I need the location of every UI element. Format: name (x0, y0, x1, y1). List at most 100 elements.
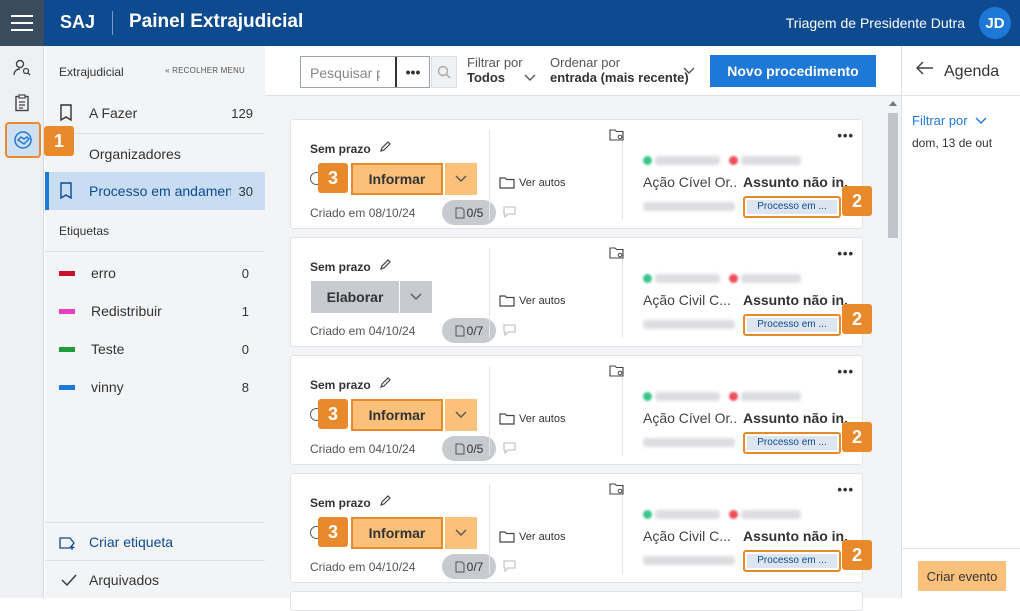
more-options-icon[interactable]: ••• (837, 246, 854, 261)
comment-icon[interactable] (503, 324, 516, 339)
avatar[interactable]: JD (979, 7, 1011, 39)
created-date: Criado em 04/10/24 (310, 442, 416, 456)
search-options-button[interactable]: ••• (395, 57, 429, 87)
pencil-icon[interactable] (379, 140, 392, 156)
documents-pill[interactable]: 0/5 (442, 200, 496, 225)
process-card[interactable] (290, 591, 863, 611)
action-dropdown-button[interactable] (400, 281, 432, 313)
search-box[interactable]: Pesquisar p ••• (300, 56, 430, 88)
tag-item-erro[interactable]: erro 0 (45, 254, 265, 292)
process-card[interactable]: Sem prazo Informar Criado em 08/10/24 0/… (290, 119, 863, 229)
inform-button[interactable]: Informar (351, 399, 443, 431)
tag-count: 8 (241, 380, 249, 395)
view-records-link[interactable]: Ver autos (499, 294, 565, 307)
blurred-text (643, 320, 735, 329)
callout-badge-2: 2 (842, 304, 872, 334)
deadline-label: Sem prazo (310, 496, 371, 510)
status-badge-label: Processo em ... (747, 554, 837, 568)
handshake-icon[interactable] (5, 122, 41, 158)
callout-badge-2: 2 (842, 422, 872, 452)
party-status-dot (729, 274, 738, 283)
tag-item-redistribuir[interactable]: Redistribuir 1 (45, 292, 265, 330)
status-badge-label: Processo em ... (747, 200, 837, 214)
toolbar: Pesquisar p ••• Filtrar por Todos Ordena… (265, 46, 901, 96)
more-options-icon[interactable]: ••• (837, 128, 854, 143)
menu-icon[interactable] (0, 0, 44, 46)
scrollbar[interactable] (885, 96, 901, 598)
status-badge[interactable]: Processo em ... (743, 196, 841, 218)
agenda-filter-label: Filtrar por (912, 113, 968, 128)
documents-pill[interactable]: 0/5 (442, 436, 496, 461)
status-badge[interactable]: Processo em ... (743, 314, 841, 336)
search-button[interactable] (431, 56, 457, 88)
chevron-down-icon[interactable] (524, 74, 536, 82)
comment-icon[interactable] (503, 442, 516, 457)
process-card[interactable]: Sem prazo Elaborar Criado em 04/10/24 0/… (290, 237, 863, 347)
tag-item-teste[interactable]: Teste 0 (45, 330, 265, 368)
scrollbar-thumb[interactable] (888, 113, 898, 238)
status-badge[interactable]: Processo em ... (743, 550, 841, 572)
subject: Assunto não in... (743, 410, 849, 426)
action-type: Ação Civil C... (643, 292, 731, 308)
process-card[interactable]: Sem prazo Informar Criado em 04/10/24 0/… (290, 473, 863, 583)
more-options-icon[interactable]: ••• (837, 364, 854, 379)
party-status-dot (643, 156, 652, 165)
inform-button[interactable]: Informar (351, 163, 443, 195)
person-search-icon[interactable] (10, 56, 34, 80)
folder-icon (499, 413, 515, 425)
sidebar-item-processo-em-andamento[interactable]: Processo em andamento 30 (45, 172, 265, 210)
comment-icon[interactable] (503, 206, 516, 221)
order-dropdown[interactable]: Ordenar por entrada (mais recente) (550, 55, 689, 85)
chevron-down-icon[interactable] (683, 67, 695, 75)
action-dropdown-button[interactable] (445, 163, 477, 195)
folder-settings-icon[interactable] (609, 365, 624, 380)
sidebar: Extrajudicial « RECOLHER MENU A Fazer 12… (45, 46, 265, 598)
sidebar-item-label: Processo em andamento (89, 183, 231, 199)
sidebar-item-organizadores[interactable]: Organizadores (45, 135, 265, 173)
process-card[interactable]: Sem prazo Informar Criado em 04/10/24 0/… (290, 355, 863, 465)
blurred-text (741, 156, 801, 165)
more-options-icon[interactable]: ••• (837, 482, 854, 497)
pencil-icon[interactable] (379, 376, 392, 392)
documents-count: 0/5 (466, 205, 484, 220)
folder-settings-icon[interactable] (609, 483, 624, 498)
subject: Assunto não in... (743, 528, 849, 544)
action-type: Ação Cível Or... (643, 410, 738, 426)
comment-icon[interactable] (503, 560, 516, 575)
brand-logo[interactable]: SAJ (60, 12, 95, 33)
agenda-filter-dropdown[interactable]: Filtrar por (912, 113, 987, 128)
archived-link[interactable]: Arquivados (45, 561, 265, 599)
tag-color-swatch (59, 271, 75, 276)
create-event-button[interactable]: Criar evento (918, 561, 1006, 591)
action-dropdown-button[interactable] (445, 399, 477, 431)
new-procedure-button[interactable]: Novo procedimento (710, 55, 876, 87)
clipboard-list-icon[interactable] (10, 91, 34, 115)
action-dropdown-button[interactable] (445, 517, 477, 549)
view-records-link[interactable]: Ver autos (499, 530, 565, 543)
view-records-link[interactable]: Ver autos (499, 176, 565, 189)
check-icon (61, 573, 77, 590)
filter-dropdown[interactable]: Filtrar por Todos (467, 55, 523, 85)
inform-button[interactable]: Informar (351, 517, 443, 549)
callout-badge-3: 3 (318, 399, 348, 429)
status-badge[interactable]: Processo em ... (743, 432, 841, 454)
arrow-left-icon[interactable] (915, 61, 934, 78)
folder-settings-icon[interactable] (609, 129, 624, 144)
collapse-menu-button[interactable]: « RECOLHER MENU (165, 66, 245, 75)
filter-label: Filtrar por (467, 55, 523, 70)
pencil-icon[interactable] (379, 258, 392, 274)
tag-count: 0 (241, 342, 249, 357)
folder-icon (499, 177, 515, 189)
elaborate-button[interactable]: Elaborar (311, 281, 399, 313)
documents-pill[interactable]: 0/7 (442, 554, 496, 579)
pencil-icon[interactable] (379, 494, 392, 510)
search-input[interactable]: Pesquisar p (310, 65, 380, 81)
create-tag-link[interactable]: Criar etiqueta (45, 523, 265, 561)
folder-settings-icon[interactable] (609, 247, 624, 262)
user-location[interactable]: Triagem de Presidente Dutra (786, 15, 965, 31)
search-icon (437, 65, 451, 79)
sidebar-item-a-fazer[interactable]: A Fazer 129 (45, 94, 265, 132)
documents-pill[interactable]: 0/7 (442, 318, 496, 343)
tag-item-vinny[interactable]: vinny 8 (45, 368, 265, 406)
view-records-link[interactable]: Ver autos (499, 412, 565, 425)
